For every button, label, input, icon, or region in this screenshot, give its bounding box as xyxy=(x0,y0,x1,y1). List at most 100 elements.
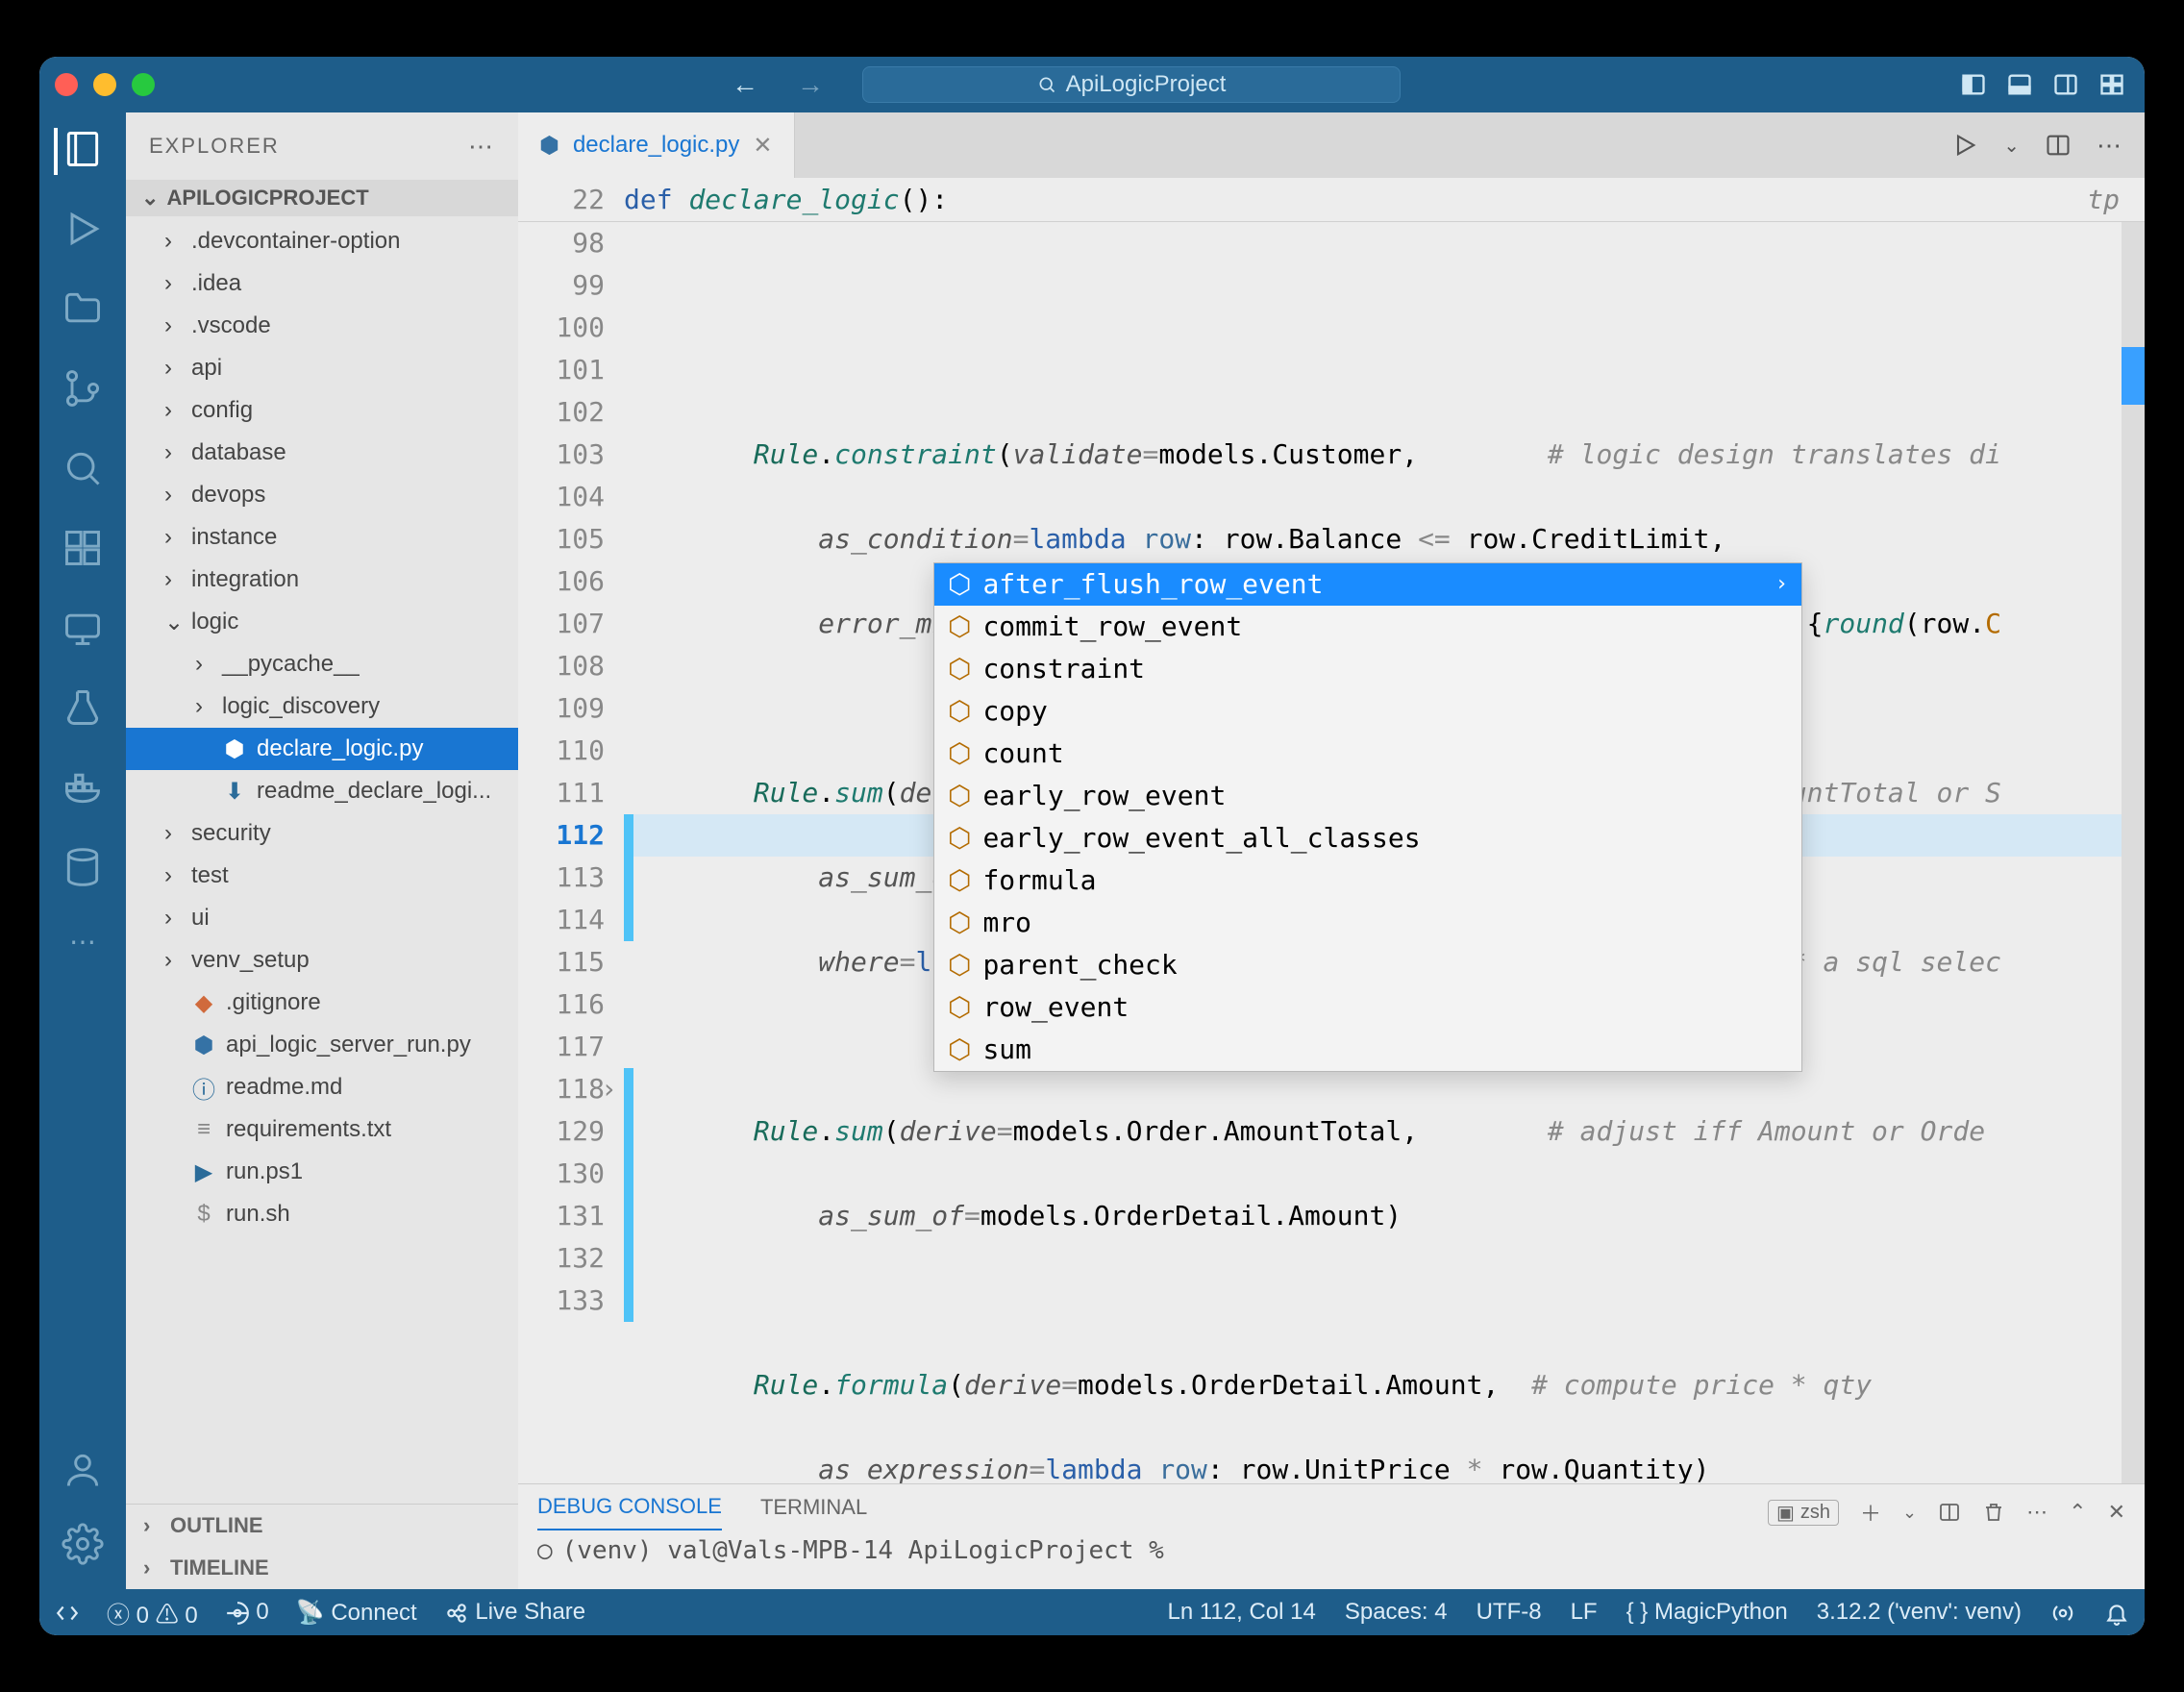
split-terminal-icon[interactable] xyxy=(1938,1501,1961,1524)
folder--vscode[interactable]: ›.vscode xyxy=(126,305,518,347)
autocomplete-item-formula[interactable]: ⬡formula xyxy=(934,859,1801,902)
folder-api[interactable]: ›api xyxy=(126,347,518,389)
explorer-view-icon[interactable] xyxy=(54,128,104,175)
folder-logic[interactable]: ⌄logic xyxy=(126,601,518,643)
errors-warnings[interactable]: ⓧ 0 ⚠ 0 xyxy=(107,1596,198,1630)
run-dropdown-icon[interactable]: ⌄ xyxy=(2003,134,2020,158)
folder-security[interactable]: ›security xyxy=(126,812,518,855)
file-run-sh[interactable]: $run.sh xyxy=(126,1193,518,1235)
folder-logic-discovery[interactable]: ›logic_discovery xyxy=(126,685,518,728)
live-share-button[interactable]: Live Share xyxy=(444,1599,585,1626)
nav-forward[interactable]: → xyxy=(797,69,824,100)
go-live-icon[interactable] xyxy=(2050,1599,2075,1626)
outline-section[interactable]: ›OUTLINE xyxy=(126,1505,518,1547)
tree-item-label: config xyxy=(191,397,253,424)
encoding[interactable]: UTF-8 xyxy=(1477,1599,1542,1626)
close-window[interactable] xyxy=(55,73,78,96)
folder--idea[interactable]: ›.idea xyxy=(126,262,518,305)
code-editor[interactable]: Rule.constraint(validate=models.Customer… xyxy=(624,222,2122,1483)
testing-view-icon[interactable] xyxy=(62,686,104,734)
python-interpreter[interactable]: 3.12.2 ('venv': venv) xyxy=(1817,1599,2022,1626)
search-view-icon[interactable] xyxy=(62,447,104,494)
nav-back[interactable]: ← xyxy=(732,69,758,100)
layout-bottom-icon[interactable] xyxy=(2006,71,2033,98)
folder---pycache--[interactable]: ›__pycache__ xyxy=(126,643,518,685)
file-tree[interactable]: ›.devcontainer-option›.idea›.vscode›api›… xyxy=(126,216,518,1504)
autocomplete-item-mro[interactable]: ⬡mro xyxy=(934,902,1801,944)
forwarded-ports[interactable]: 0 xyxy=(225,1599,269,1626)
shell-badge[interactable]: ▣zsh xyxy=(1768,1500,1839,1526)
folder-config[interactable]: ›config xyxy=(126,389,518,432)
extensions-view-icon[interactable] xyxy=(62,527,104,574)
connect-button[interactable]: 📡 Connect xyxy=(296,1599,417,1627)
eol[interactable]: LF xyxy=(1571,1599,1598,1626)
autocomplete-item-commit_row_event[interactable]: ⬡commit_row_event xyxy=(934,606,1801,648)
file-api-logic-server-run-py[interactable]: ⬢api_logic_server_run.py xyxy=(126,1024,518,1066)
tab-declare-logic[interactable]: ⬢ declare_logic.py ✕ xyxy=(518,112,795,178)
folder-integration[interactable]: ›integration xyxy=(126,559,518,601)
file-declare-logic-py[interactable]: ⬢declare_logic.py xyxy=(126,728,518,770)
folder-ui[interactable]: ›ui xyxy=(126,897,518,939)
folder-test[interactable]: ›test xyxy=(126,855,518,897)
layout-secondary-icon[interactable] xyxy=(2052,71,2079,98)
indentation[interactable]: Spaces: 4 xyxy=(1345,1599,1448,1626)
file-requirements-txt[interactable]: ≡requirements.txt xyxy=(126,1108,518,1151)
file-readme-md[interactable]: ⓘreadme.md xyxy=(126,1066,518,1108)
folder-view-icon[interactable] xyxy=(62,287,104,335)
kill-terminal-icon[interactable] xyxy=(1982,1501,2005,1524)
close-panel-icon[interactable]: ✕ xyxy=(2108,1500,2125,1525)
cursor-position[interactable]: Ln 112, Col 14 xyxy=(1168,1599,1316,1626)
autocomplete-item-sum[interactable]: ⬡sum xyxy=(934,1029,1801,1071)
panel-more-icon[interactable]: ⋯ xyxy=(2026,1500,2048,1525)
folder-venv-setup[interactable]: ›venv_setup xyxy=(126,939,518,982)
explorer-more-icon[interactable]: ⋯ xyxy=(468,132,495,162)
autocomplete-item-parent_check[interactable]: ⬡parent_check xyxy=(934,944,1801,986)
autocomplete-item-row_event[interactable]: ⬡row_event xyxy=(934,986,1801,1029)
split-editor-icon[interactable] xyxy=(2045,132,2072,159)
terminal-prompt[interactable]: ○ (venv) val@Vals-MPB-14 ApiLogicProject… xyxy=(518,1530,2145,1571)
autocomplete-item-early_row_event_all_classes[interactable]: ⬡early_row_event_all_classes xyxy=(934,817,1801,859)
layout-primary-icon[interactable] xyxy=(1960,71,1987,98)
notifications-bell-icon[interactable] xyxy=(2104,1599,2129,1626)
file--gitignore[interactable]: ◆.gitignore xyxy=(126,982,518,1024)
more-views-icon[interactable]: ⋯ xyxy=(69,926,96,958)
maximize-panel-icon[interactable]: ⌃ xyxy=(2069,1500,2086,1525)
file-readme-declare-logi---[interactable]: ⬇readme_declare_logi... xyxy=(126,770,518,812)
remote-indicator[interactable] xyxy=(55,1599,80,1626)
panel-tab-terminal[interactable]: TERMINAL xyxy=(760,1495,867,1530)
layout-customize-icon[interactable] xyxy=(2098,71,2125,98)
autocomplete-item-constraint[interactable]: ⬡constraint xyxy=(934,648,1801,690)
sticky-scroll-line[interactable]: 22 def declare_logic(): tp xyxy=(518,178,2145,222)
autocomplete-item-after_flush_row_event[interactable]: ⬡after_flush_row_event› xyxy=(934,563,1801,606)
autocomplete-item-early_row_event[interactable]: ⬡early_row_event xyxy=(934,775,1801,817)
command-center-search[interactable]: ApiLogicProject xyxy=(862,66,1401,103)
folder-database[interactable]: ›database xyxy=(126,432,518,474)
docker-view-icon[interactable] xyxy=(62,766,104,813)
language-mode[interactable]: { } MagicPython xyxy=(1626,1599,1788,1626)
database-view-icon[interactable] xyxy=(62,846,104,893)
new-terminal-icon[interactable]: ＋ xyxy=(1860,1497,1881,1528)
panel-tab-debug-console[interactable]: DEBUG CONSOLE xyxy=(537,1494,722,1530)
account-icon[interactable] xyxy=(62,1449,104,1496)
project-section-header[interactable]: ⌄ APILOGICPROJECT xyxy=(126,180,518,216)
file-run-ps1[interactable]: ▶run.ps1 xyxy=(126,1151,518,1193)
terminal-dropdown-icon[interactable]: ⌄ xyxy=(1902,1503,1917,1523)
folder-devops[interactable]: ›devops xyxy=(126,474,518,516)
minimap-scrollbar[interactable] xyxy=(2122,222,2145,1483)
maximize-window[interactable] xyxy=(132,73,155,96)
editor-more-icon[interactable]: ⋯ xyxy=(2097,131,2122,161)
autocomplete-item-copy[interactable]: ⬡copy xyxy=(934,690,1801,733)
timeline-section[interactable]: ›TIMELINE xyxy=(126,1547,518,1589)
run-file-icon[interactable] xyxy=(1951,132,1978,159)
remote-view-icon[interactable] xyxy=(62,607,104,654)
folder--devcontainer-option[interactable]: ›.devcontainer-option xyxy=(126,220,518,262)
settings-gear-icon[interactable] xyxy=(62,1523,104,1570)
autocomplete-item-count[interactable]: ⬡count xyxy=(934,733,1801,775)
autocomplete-popup[interactable]: ⬡after_flush_row_event›⬡commit_row_event… xyxy=(933,562,1802,1072)
source-control-view-icon[interactable] xyxy=(62,367,104,414)
close-tab-icon[interactable]: ✕ xyxy=(753,132,772,160)
folder-instance[interactable]: ›instance xyxy=(126,516,518,559)
minimize-window[interactable] xyxy=(93,73,116,96)
run-debug-view-icon[interactable] xyxy=(62,208,104,255)
autocomplete-more-icon[interactable]: › xyxy=(1775,563,1788,606)
